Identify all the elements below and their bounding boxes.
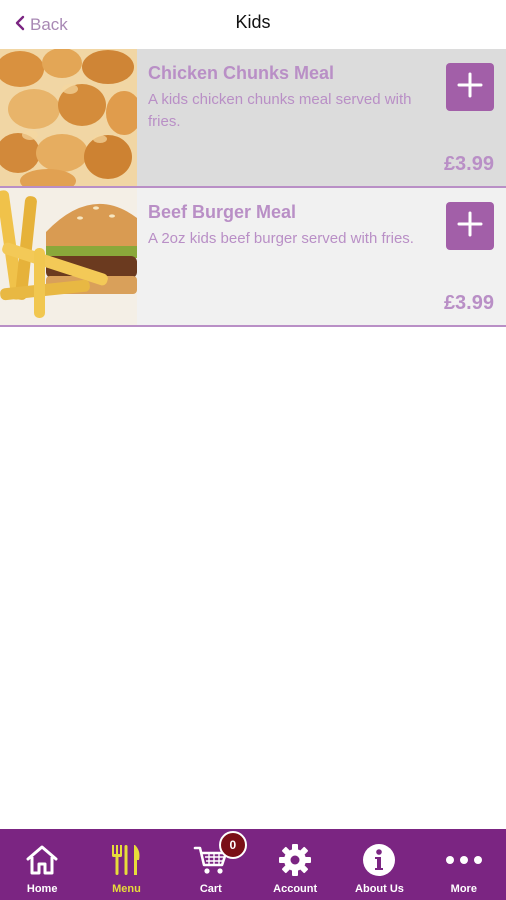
menu-item-content: Beef Burger Meal A 2oz kids beef burger … bbox=[137, 188, 506, 325]
menu-list: Chicken Chunks Meal A kids chicken chunk… bbox=[0, 49, 506, 327]
item-price: £3.99 bbox=[443, 292, 494, 314]
add-to-cart-button[interactable] bbox=[446, 202, 494, 250]
tab-label: Home bbox=[26, 883, 58, 895]
cart-badge: 0 bbox=[218, 831, 247, 859]
item-description: A 2oz kids beef burger served with fries… bbox=[148, 230, 414, 247]
info-icon bbox=[362, 843, 396, 877]
home-icon bbox=[25, 843, 59, 877]
plus-icon bbox=[456, 210, 484, 243]
beef-burger-image bbox=[0, 188, 137, 325]
tab-account[interactable]: Account bbox=[253, 829, 337, 900]
tab-cart[interactable]: 0 Cart bbox=[169, 829, 253, 900]
tab-more[interactable]: More bbox=[422, 829, 506, 900]
tab-label: About Us bbox=[355, 883, 404, 895]
cutlery-icon bbox=[109, 843, 143, 877]
menu-item-content: Chicken Chunks Meal A kids chicken chunk… bbox=[137, 49, 506, 186]
menu-item-chicken-chunks[interactable]: Chicken Chunks Meal A kids chicken chunk… bbox=[0, 49, 506, 188]
tab-home[interactable]: Home bbox=[0, 829, 84, 900]
tab-menu[interactable]: Menu bbox=[84, 829, 168, 900]
tab-label: More bbox=[450, 883, 477, 895]
item-description: A kids chicken chunks meal served with f… bbox=[148, 91, 412, 130]
tab-label: Menu bbox=[112, 883, 141, 895]
chicken-chunks-image bbox=[0, 49, 137, 186]
add-to-cart-button[interactable] bbox=[446, 63, 494, 111]
item-price: £3.99 bbox=[443, 153, 494, 175]
plus-icon bbox=[456, 71, 484, 104]
tab-label: Account bbox=[273, 883, 318, 895]
tab-label: Cart bbox=[199, 883, 222, 895]
more-icon bbox=[444, 843, 484, 877]
menu-item-beef-burger[interactable]: Beef Burger Meal A 2oz kids beef burger … bbox=[0, 188, 506, 327]
item-name: Chicken Chunks Meal bbox=[148, 63, 335, 83]
gear-icon bbox=[278, 843, 312, 877]
screen: Back Kids Chicken Chunks Meal A kids chi… bbox=[0, 0, 506, 900]
page-title: Kids bbox=[235, 12, 271, 32]
tab-bar: Home Menu 0 Cart Account About Us More bbox=[0, 829, 506, 900]
tab-about-us[interactable]: About Us bbox=[337, 829, 421, 900]
header: Back Kids bbox=[0, 0, 506, 48]
item-name: Beef Burger Meal bbox=[148, 202, 297, 222]
